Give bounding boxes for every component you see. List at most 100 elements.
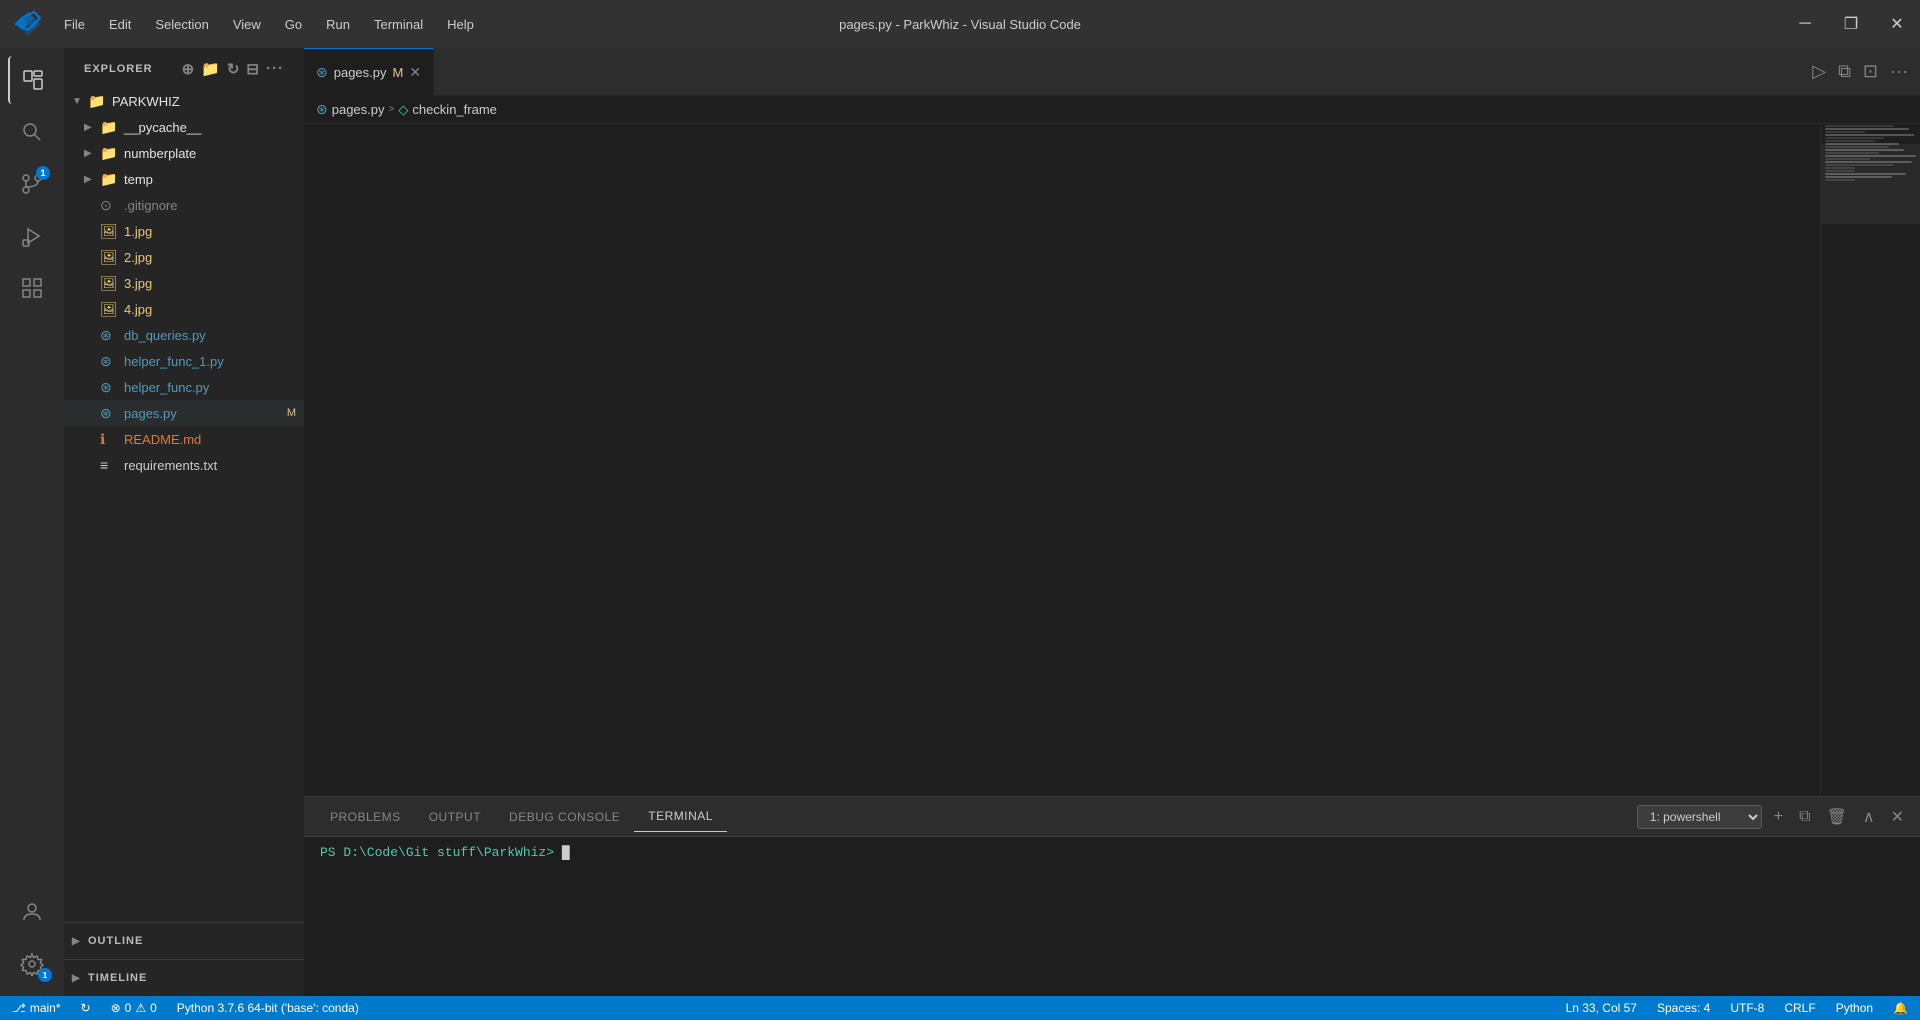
tab-terminal[interactable]: TERMINAL: [634, 801, 727, 832]
language-text: Python: [1836, 1001, 1873, 1015]
indentation[interactable]: Spaces: 4: [1653, 996, 1714, 1020]
sidebar-item-3jpg[interactable]: 🖼 3.jpg: [64, 270, 304, 296]
split-terminal-button[interactable]: ⧉: [1795, 806, 1814, 828]
sidebar-item-helperfunc1[interactable]: ⊛ helper_func_1.py: [64, 348, 304, 374]
language-mode[interactable]: Python: [1832, 996, 1877, 1020]
menu-run[interactable]: Run: [316, 13, 360, 36]
app-icon: [12, 8, 44, 40]
branch-name: main*: [30, 1001, 61, 1015]
breadcrumb-symbol[interactable]: checkin_frame: [412, 102, 497, 117]
tab-pagespy[interactable]: ⊛ pages.py M ✕: [304, 48, 434, 96]
breadcrumb-filename[interactable]: pages.py: [332, 102, 385, 117]
sidebar-item-temp[interactable]: ▶ 📁 temp: [64, 166, 304, 192]
new-file-icon[interactable]: ⊕: [182, 60, 196, 78]
readme-icon: ℹ: [100, 431, 120, 448]
sidebar-item-2jpg[interactable]: 🖼 2.jpg: [64, 244, 304, 270]
root-folder[interactable]: ▼ 📁 PARKWHIZ: [64, 88, 304, 114]
menu-edit[interactable]: Edit: [99, 13, 141, 36]
temp-folder-icon: 📁: [100, 171, 120, 188]
source-control-activity-icon[interactable]: 1: [8, 160, 56, 208]
terminal-prompt: PS D:\Code\Git stuff\ParkWhiz>: [320, 845, 554, 860]
sidebar-item-4jpg[interactable]: 🖼 4.jpg: [64, 296, 304, 322]
sidebar-item-pagespy[interactable]: ⊛ pages.py M: [64, 400, 304, 426]
timeline-arrow: ▶: [72, 973, 88, 984]
new-terminal-button[interactable]: +: [1770, 806, 1787, 828]
tab-bar: ⊛ pages.py M ✕ ▷ ⧉ ⊡ ···: [304, 48, 1920, 96]
menu-view[interactable]: View: [223, 13, 271, 36]
sidebar: EXPLORER ⊕ 📁 ↻ ⊟ ··· ▼ 📁 PARKWHIZ ▶ 📁 __…: [64, 48, 304, 996]
cursor-position-text: Ln 33, Col 57: [1566, 1001, 1637, 1015]
branch-indicator[interactable]: ⎇ main*: [8, 996, 65, 1020]
minimap-viewport: [1821, 144, 1920, 224]
terminal-content[interactable]: PS D:\Code\Git stuff\ParkWhiz> █: [304, 837, 1920, 996]
sidebar-item-pycache[interactable]: ▶ 📁 __pycache__: [64, 114, 304, 140]
menu-terminal[interactable]: Terminal: [364, 13, 433, 36]
refresh-icon[interactable]: ↻: [227, 60, 241, 78]
code-editor[interactable]: [304, 124, 1920, 796]
explorer-activity-icon[interactable]: [8, 56, 56, 104]
run-debug-activity-icon[interactable]: [8, 212, 56, 260]
notifications[interactable]: 🔔: [1889, 996, 1912, 1020]
dbqueries-label: db_queries.py: [124, 328, 206, 343]
account-activity-icon[interactable]: [8, 888, 56, 936]
readme-arrow: [84, 434, 100, 445]
delete-terminal-button[interactable]: 🗑: [1823, 805, 1851, 829]
sidebar-item-gitignore[interactable]: ⊙ .gitignore: [64, 192, 304, 218]
sidebar-item-requirements[interactable]: ≡ requirements.txt: [64, 452, 304, 478]
menu-go[interactable]: Go: [275, 13, 312, 36]
pycache-arrow: ▶: [84, 122, 100, 133]
warning-count: 0: [150, 1001, 157, 1015]
root-folder-name: PARKWHIZ: [112, 94, 180, 109]
line-ending[interactable]: CRLF: [1780, 996, 1819, 1020]
tab-output[interactable]: OUTPUT: [415, 802, 495, 832]
numberplate-arrow: ▶: [84, 148, 100, 159]
requirements-arrow: [84, 460, 100, 471]
tab-debug-console[interactable]: DEBUG CONSOLE: [495, 802, 634, 832]
tab-close-icon[interactable]: ✕: [409, 64, 421, 81]
shell-selector[interactable]: 1: powershell: [1637, 805, 1762, 829]
python-version[interactable]: Python 3.7.6 64-bit ('base': conda): [173, 996, 363, 1020]
restore-button[interactable]: ❐: [1828, 0, 1874, 48]
dbqueries-arrow: [84, 330, 100, 341]
pagespy-modified: M: [287, 407, 296, 419]
status-bar: ⎇ main* ↻ ⊗ 0 ⚠ 0 Python 3.7.6 64-bit ('…: [0, 996, 1920, 1020]
outline-header[interactable]: ▶ OUTLINE: [64, 927, 304, 955]
sidebar-item-dbqueries[interactable]: ⊛ db_queries.py: [64, 322, 304, 348]
layout-icon[interactable]: ⊡: [1859, 57, 1882, 86]
extensions-activity-icon[interactable]: [8, 264, 56, 312]
menu-help[interactable]: Help: [437, 13, 484, 36]
close-panel-button[interactable]: ✕: [1887, 805, 1908, 829]
more-actions-icon[interactable]: ···: [266, 60, 284, 78]
code-content[interactable]: [356, 124, 1820, 796]
sidebar-item-numberplate[interactable]: ▶ 📁 numberplate: [64, 140, 304, 166]
cursor-position[interactable]: Ln 33, Col 57: [1562, 996, 1641, 1020]
errors-indicator[interactable]: ⊗ 0 ⚠ 0: [107, 996, 161, 1020]
more-tab-actions-icon[interactable]: ···: [1886, 57, 1912, 86]
menu-file[interactable]: File: [54, 13, 95, 36]
4jpg-label: 4.jpg: [124, 302, 152, 317]
close-button[interactable]: ✕: [1874, 0, 1920, 48]
collapse-icon[interactable]: ⊟: [246, 60, 260, 78]
pagespy-label: pages.py: [124, 406, 177, 421]
new-folder-icon[interactable]: 📁: [201, 60, 221, 78]
sidebar-item-readme[interactable]: ℹ README.md: [64, 426, 304, 452]
maximize-panel-button[interactable]: ∧: [1859, 805, 1879, 829]
minimap: [1820, 124, 1920, 796]
menu-selection[interactable]: Selection: [145, 13, 218, 36]
timeline-header[interactable]: ▶ TIMELINE: [64, 964, 304, 992]
minimize-button[interactable]: ─: [1782, 0, 1828, 48]
sidebar-item-helperfunc[interactable]: ⊛ helper_func.py: [64, 374, 304, 400]
tab-problems[interactable]: PROBLEMS: [316, 802, 415, 832]
breadcrumb-sep: >: [389, 104, 395, 115]
requirements-label: requirements.txt: [124, 458, 217, 473]
breadcrumb-file-icon: ⊛: [316, 101, 328, 118]
search-activity-icon[interactable]: [8, 108, 56, 156]
sidebar-item-1jpg[interactable]: 🖼 1.jpg: [64, 218, 304, 244]
menu-bar: File Edit Selection View Go Run Terminal…: [54, 13, 484, 36]
sync-button[interactable]: ↻: [77, 996, 95, 1020]
terminal-area: PROBLEMS OUTPUT DEBUG CONSOLE TERMINAL 1…: [304, 796, 1920, 996]
run-file-icon[interactable]: ▷: [1808, 57, 1830, 86]
encoding[interactable]: UTF-8: [1726, 996, 1768, 1020]
settings-activity-icon[interactable]: 1: [8, 940, 56, 988]
split-editor-icon[interactable]: ⧉: [1834, 57, 1855, 86]
